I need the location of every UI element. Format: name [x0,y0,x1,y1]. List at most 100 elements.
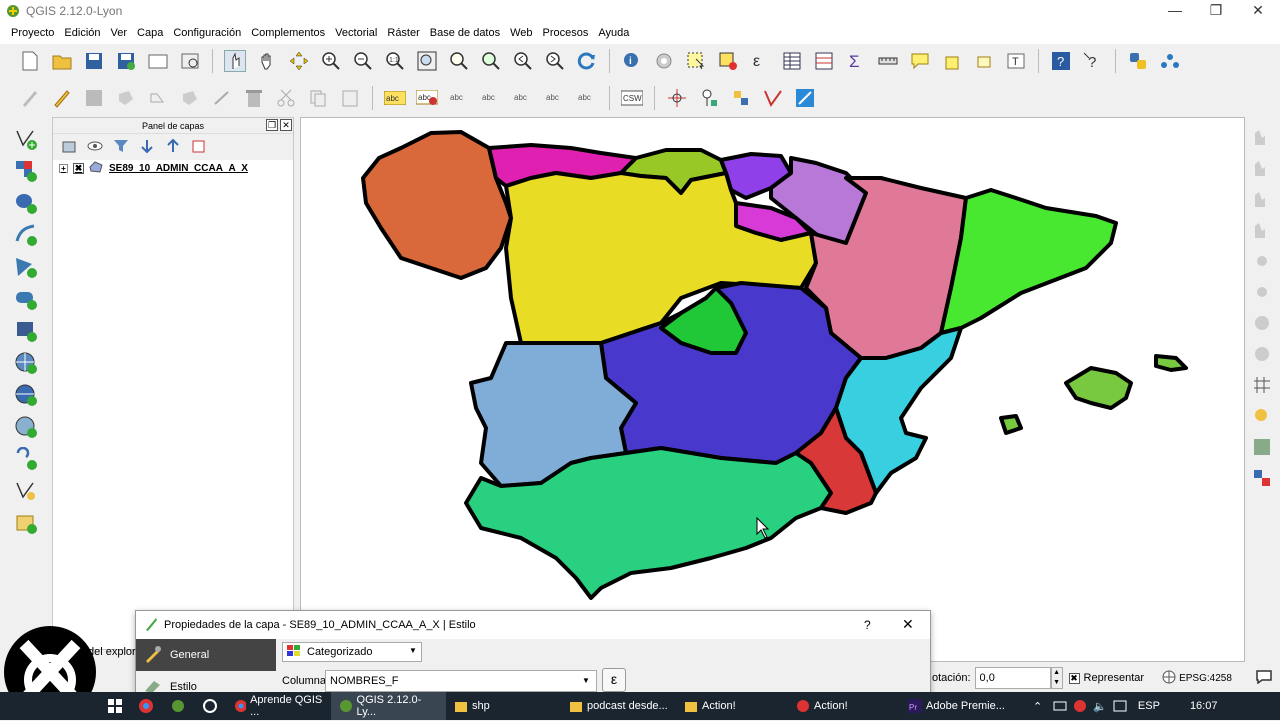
minimize-button[interactable]: — [1155,0,1195,22]
taskbar-item[interactable]: Aprende QGIS ... [226,692,331,720]
raster-align-icon[interactable] [1250,466,1274,490]
taskbar-item[interactable]: shp [446,692,561,720]
contrast-up-icon[interactable] [1250,311,1274,335]
zoom-layer-icon[interactable] [480,50,502,72]
manage-visibility-icon[interactable] [87,138,103,157]
add-group-icon[interactable] [61,138,77,157]
region-baleares-menorca[interactable] [1154,354,1188,372]
menu-configuracion[interactable]: Configuración [168,27,246,39]
plugin-network-icon[interactable] [1159,50,1181,72]
rotate-label-icon[interactable]: abc [544,87,566,109]
field-calculator-icon[interactable]: ε [749,50,771,72]
expand-layer-icon[interactable]: + [59,163,68,173]
node-tool-icon[interactable] [179,87,201,109]
zoom-next-icon[interactable] [544,50,566,72]
copy-features-icon[interactable] [307,87,329,109]
taskbar-item[interactable]: podcast desde... [561,692,676,720]
highlight-icon[interactable] [1250,404,1274,428]
new-bookmark-icon[interactable] [941,50,963,72]
column-select[interactable]: NOMBRES_F ▼ [325,670,597,692]
delete-selected-icon[interactable] [243,87,265,109]
tray-chevron-icon[interactable]: ⌃ [1025,692,1050,720]
node-edit-icon[interactable] [211,87,233,109]
csw-icon[interactable]: CSW [621,87,643,109]
zoom-native-icon[interactable]: 1:1 [384,50,406,72]
browser-tab[interactable]: del explor [88,646,136,658]
raster-terrain-icon[interactable] [1250,435,1274,459]
sidebar-item-general[interactable]: General [136,639,276,671]
rotation-spinner[interactable]: ▲ ▼ [1050,667,1063,689]
change-label-icon[interactable]: abc [576,87,598,109]
refresh-icon[interactable] [576,50,598,72]
add-postgis-layer-icon[interactable] [12,189,40,217]
crs-globe-icon[interactable] [1162,670,1176,687]
dialog-help-button[interactable]: ? [864,618,871,632]
tray-mega-icon[interactable] [1070,692,1090,720]
map-tips-icon[interactable] [909,50,931,72]
add-wms-layer-icon[interactable] [12,349,40,377]
taskbar-item[interactable]: Pr Adobe Premie... [900,692,1015,720]
toggle-editing-icon[interactable] [51,87,73,109]
zoom-full-icon[interactable] [416,50,438,72]
pan-hand-icon[interactable] [256,50,278,72]
sync-pinned-icon[interactable] [194,692,226,720]
tray-clock[interactable]: 16:07 [1182,692,1226,720]
brightness-down-icon[interactable] [1250,280,1274,304]
menu-web[interactable]: Web [505,27,537,39]
layer-visibility-checkbox[interactable]: ✖ [73,162,84,174]
taskbar-item[interactable]: Action! [676,692,788,720]
add-raster-layer-icon[interactable] [12,157,40,185]
region-baleares-ibiza[interactable] [999,414,1023,435]
restore-button[interactable]: ❐ [1196,0,1236,22]
add-virtual-layer-icon[interactable] [12,509,40,537]
region-baleares-mallorca[interactable] [1064,366,1133,410]
menu-procesos[interactable]: Procesos [538,27,594,39]
zoom-out-icon[interactable] [352,50,374,72]
menu-ayuda[interactable]: Ayuda [593,27,634,39]
move-feature-icon[interactable] [147,87,169,109]
paste-features-icon[interactable] [339,87,361,109]
text-annotation-icon[interactable]: T [1005,50,1027,72]
add-vector-layer-icon[interactable] [12,125,40,153]
close-panel-icon[interactable]: ✕ [280,119,292,131]
pin-labels-icon[interactable]: abc [448,87,470,109]
menu-capa[interactable]: Capa [132,27,168,39]
attribute-table-icon[interactable] [781,50,803,72]
expand-all-icon[interactable] [139,138,155,157]
action-gear-icon[interactable] [653,50,675,72]
topology-checker-icon[interactable] [762,87,784,109]
dialog-close-button[interactable]: ✕ [902,616,914,633]
map-canvas[interactable] [300,117,1245,662]
menu-ver[interactable]: Ver [106,27,133,39]
menu-raster[interactable]: Ráster [382,27,424,39]
road-graph-icon[interactable] [794,87,816,109]
menu-vectorial[interactable]: Vectorial [330,27,382,39]
python-console-icon[interactable] [1127,50,1149,72]
menu-complementos[interactable]: Complementos [246,27,330,39]
filter-legend-icon[interactable] [113,138,129,157]
coordinate-capture-icon[interactable] [666,87,688,109]
region-cataluna[interactable] [939,188,1118,335]
add-delimited-text-icon[interactable] [12,445,40,473]
tray-network-icon[interactable] [1050,692,1070,720]
pan-to-selection-icon[interactable] [288,50,310,72]
raster-local-icon[interactable] [1250,218,1274,242]
identify-icon[interactable]: i [621,50,643,72]
render-checkbox[interactable]: ✖ [1068,672,1080,684]
tray-display-icon[interactable] [1110,692,1130,720]
save-as-icon[interactable] [115,50,137,72]
brightness-up-icon[interactable] [1250,249,1274,273]
contrast-down-icon[interactable] [1250,342,1274,366]
cut-features-icon[interactable] [275,87,297,109]
collapse-all-icon[interactable] [165,138,181,157]
new-print-composer-icon[interactable] [147,50,169,72]
add-oracle-layer-icon[interactable] [12,285,40,313]
layer-labeling-icon[interactable]: abc [416,87,438,109]
move-label-icon[interactable]: abc [512,87,534,109]
tray-language[interactable]: ESP [1130,692,1168,720]
crs-label[interactable]: EPSG:4258 [1179,673,1232,684]
rotation-input[interactable] [974,667,1051,689]
label-icon[interactable]: abc [384,87,406,109]
renderer-select[interactable]: Categorizado ▼ [282,642,422,662]
show-labels-icon[interactable]: abc [480,87,502,109]
